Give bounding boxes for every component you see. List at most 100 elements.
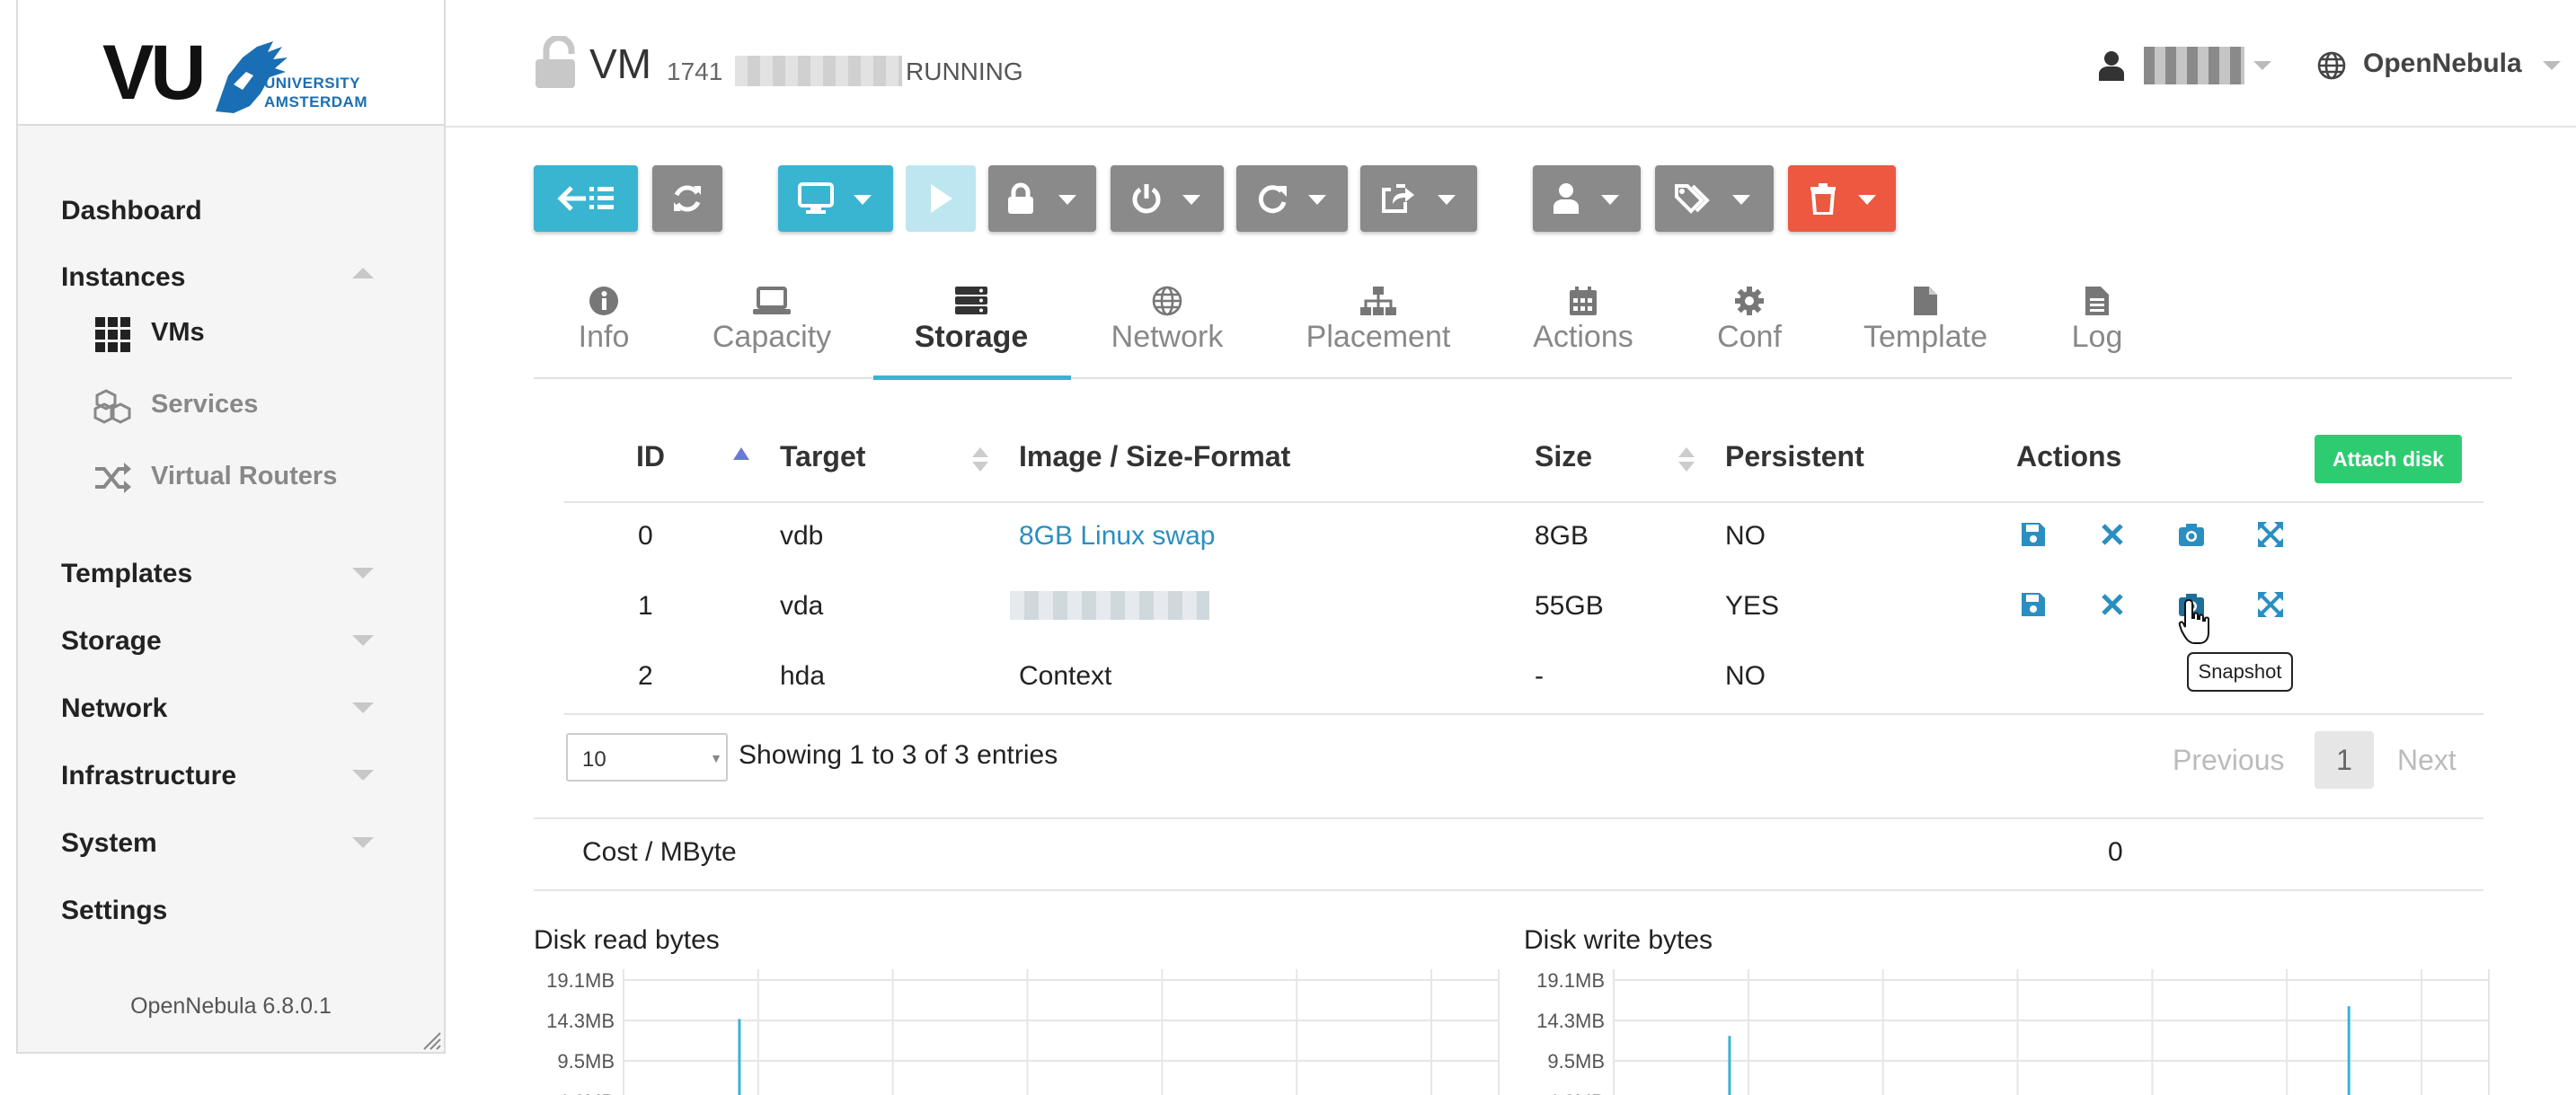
globe-icon[interactable] [2316, 50, 2347, 81]
file-text-icon [2085, 287, 2109, 315]
camera-icon[interactable] [2178, 521, 2205, 548]
y-tick-label: 9.5MB [557, 1050, 615, 1073]
delete-button[interactable] [1788, 165, 1896, 232]
server-icon [955, 287, 987, 314]
sidebar-item-network[interactable]: Network [61, 693, 167, 724]
page-size-select[interactable]: 10 ▼ [566, 733, 728, 782]
share-icon [1382, 184, 1414, 213]
sidebar-item-label: Virtual Routers [151, 462, 338, 490]
tab-conf[interactable]: Conf [1711, 286, 1788, 355]
user-icon[interactable] [2099, 50, 2124, 81]
chevron-down-icon[interactable] [2253, 61, 2271, 70]
power-button[interactable] [1111, 165, 1224, 232]
page-1-button[interactable]: 1 [2315, 731, 2374, 789]
disk-size: 8GB [1535, 521, 1589, 551]
sidebar-item-infrastructure[interactable]: Infrastructure [61, 761, 236, 791]
sort-icon[interactable] [972, 447, 988, 457]
vm-label: VM [589, 40, 651, 87]
cost-divider-top [534, 817, 2483, 819]
chevron-down-icon [1058, 195, 1076, 205]
sort-asc-icon[interactable] [733, 447, 749, 460]
vnc-button[interactable] [778, 165, 893, 232]
sidebar-item-settings[interactable]: Settings [61, 896, 167, 926]
resize-grip-icon[interactable] [420, 1029, 442, 1051]
chevron-down-icon [1438, 195, 1456, 205]
disk-image-redacted[interactable] [1010, 591, 1209, 620]
sort-icon[interactable] [1678, 447, 1695, 457]
detach-icon[interactable] [2099, 521, 2126, 548]
chevron-down-icon[interactable] [352, 568, 374, 578]
vm-state: RUNNING [906, 57, 1023, 85]
chevron-down-icon[interactable] [352, 635, 374, 646]
sidebar-item-dashboard[interactable]: Dashboard [61, 196, 202, 226]
column-header-target[interactable]: Target [780, 440, 865, 473]
share-button[interactable] [1360, 165, 1477, 232]
tab-placement[interactable]: Placement [1299, 286, 1457, 355]
save-icon[interactable] [2020, 591, 2047, 618]
sort-icon[interactable] [1678, 462, 1695, 472]
chevron-down-icon [854, 195, 872, 205]
chart-title-disk-write: Disk write bytes [1524, 925, 1713, 955]
disk-size: - [1535, 661, 1544, 691]
chevron-down-icon[interactable] [352, 702, 374, 713]
attach-disk-button[interactable]: Attach disk [2315, 435, 2462, 483]
tab-label: Capacity [712, 320, 832, 354]
logo[interactable]: VU UNIVERSITY AMSTERDAM [18, 0, 444, 126]
tab-bar-divider [534, 377, 2512, 379]
y-tick-label: 9.5MB [1547, 1050, 1605, 1073]
next-page-button[interactable]: Next [2397, 744, 2456, 777]
tab-label: Conf [1717, 320, 1782, 354]
tab-label: Network [1111, 320, 1224, 354]
sidebar-item-templates[interactable]: Templates [61, 559, 192, 589]
chevron-up-icon[interactable] [352, 268, 374, 278]
resize-icon[interactable] [2257, 521, 2284, 548]
chevron-down-icon [1182, 195, 1200, 205]
chevron-down-icon[interactable] [352, 770, 374, 781]
column-header-persistent[interactable]: Persistent [1725, 440, 1864, 473]
previous-page-button[interactable]: Previous [2173, 744, 2285, 777]
sidebar-item-instances[interactable]: Instances [61, 262, 185, 293]
back-to-list-button[interactable] [534, 165, 638, 232]
disk-image-link[interactable]: 8GB Linux swap [1019, 521, 1215, 552]
column-header-id[interactable]: ID [636, 440, 665, 473]
tab-label: Actions [1533, 320, 1633, 354]
resize-icon[interactable] [2257, 591, 2284, 618]
lock-button[interactable] [988, 165, 1096, 232]
chevron-down-icon[interactable] [2543, 61, 2561, 70]
sort-icon[interactable] [972, 462, 988, 472]
user-icon [1554, 183, 1579, 214]
column-header-image[interactable]: Image / Size-Format [1019, 440, 1290, 473]
reboot-button[interactable] [1236, 165, 1348, 232]
cog-icon [1735, 287, 1764, 315]
chevron-down-icon[interactable] [352, 837, 374, 848]
disk-read-chart: 19.1MB 14.3MB 9.5MB 4.8MB [546, 969, 1500, 1095]
save-icon[interactable] [2020, 521, 2047, 548]
detach-icon[interactable] [2099, 591, 2126, 618]
tab-template[interactable]: Template [1863, 286, 1987, 355]
play-button[interactable] [906, 165, 976, 232]
disk-id: 0 [638, 521, 653, 551]
globe-icon [1152, 286, 1182, 316]
sidebar: VU UNIVERSITY AMSTERDAM Dashboard Instan… [16, 0, 446, 1054]
y-tick-label: 14.3MB [546, 1010, 615, 1032]
tab-log[interactable]: Log [2067, 286, 2128, 355]
tab-storage[interactable]: Storage [904, 286, 1039, 355]
username-redacted[interactable] [2144, 47, 2244, 84]
tab-capacity[interactable]: Capacity [706, 286, 837, 355]
chart-title-disk-read: Disk read bytes [534, 925, 720, 955]
tab-actions[interactable]: Actions [1526, 286, 1641, 355]
column-header-size[interactable]: Size [1535, 440, 1592, 473]
zone-selector[interactable]: OpenNebula [2363, 49, 2522, 79]
disk-target: hda [780, 661, 826, 691]
disk-size: 55GB [1535, 591, 1604, 621]
refresh-button[interactable] [652, 165, 722, 232]
trash-icon [1810, 183, 1836, 215]
owner-button[interactable] [1533, 165, 1641, 232]
labels-button[interactable] [1655, 165, 1774, 232]
y-tick-label: 19.1MB [1536, 969, 1605, 992]
tab-network[interactable]: Network [1105, 286, 1229, 355]
sidebar-item-storage[interactable]: Storage [61, 626, 162, 657]
chevron-down-icon [1601, 195, 1619, 205]
tab-info[interactable]: Info [568, 286, 640, 355]
sidebar-item-system[interactable]: System [61, 828, 157, 859]
